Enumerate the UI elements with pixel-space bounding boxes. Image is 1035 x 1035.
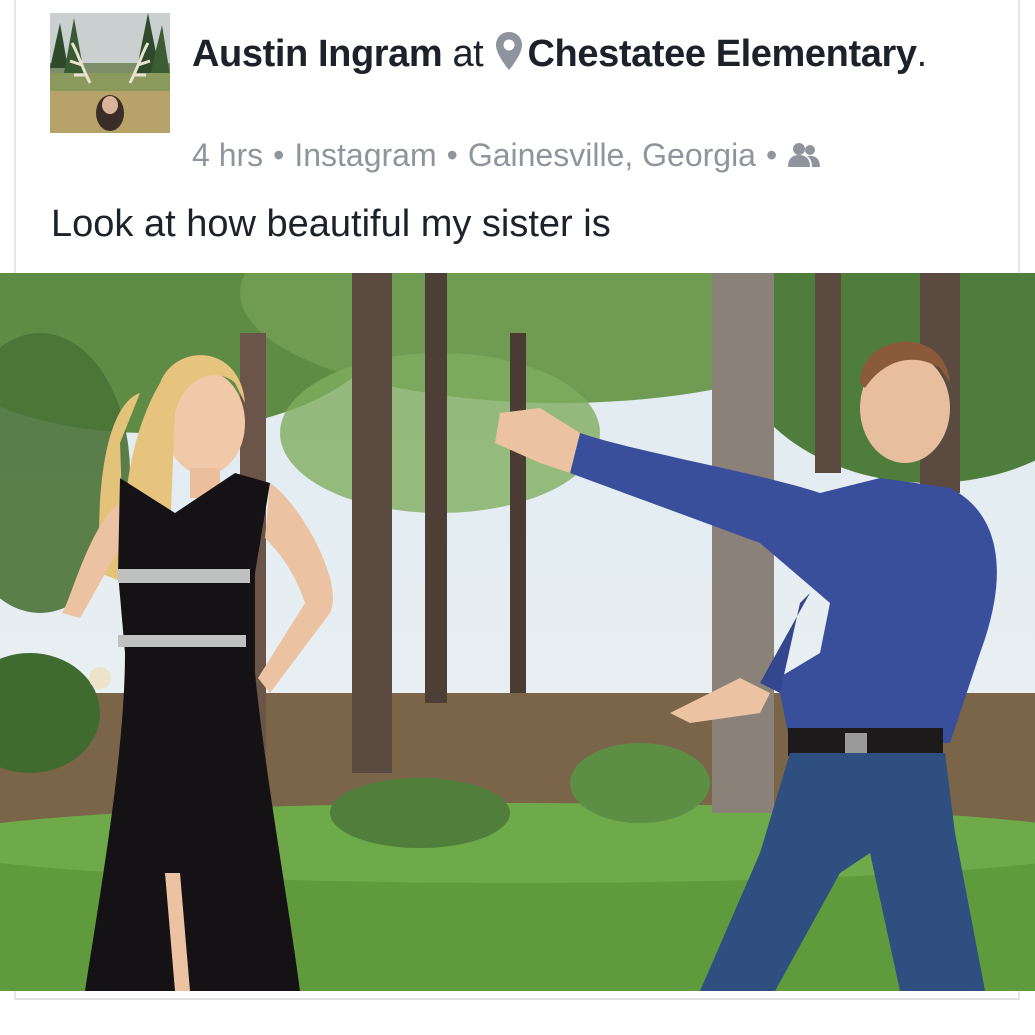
meta-separator: • (273, 137, 285, 173)
post-photo[interactable] (0, 273, 1035, 991)
post-meta: 4 hrs • Instagram • Gainesville, Georgia • (192, 137, 821, 174)
header-period: . (916, 33, 928, 75)
meta-separator: • (446, 137, 458, 173)
place-name[interactable]: Chestatee Elementary (528, 33, 917, 75)
avatar-image (50, 13, 170, 133)
photo-image (0, 273, 1035, 991)
author-name[interactable]: Austin Ingram (192, 33, 443, 75)
post-header: Austin Ingram at Chestatee Elementary. (192, 30, 952, 78)
author-avatar[interactable] (50, 13, 170, 133)
post-time[interactable]: 4 hrs (192, 137, 263, 173)
post-text: Look at how beautiful my sister is (51, 203, 611, 245)
meta-separator: • (765, 137, 778, 173)
post-source[interactable]: Instagram (294, 137, 436, 173)
at-word: at (452, 33, 484, 75)
map-pin-icon (495, 32, 522, 70)
post-location[interactable]: Gainesville, Georgia (468, 137, 756, 173)
friends-icon[interactable] (787, 142, 821, 168)
